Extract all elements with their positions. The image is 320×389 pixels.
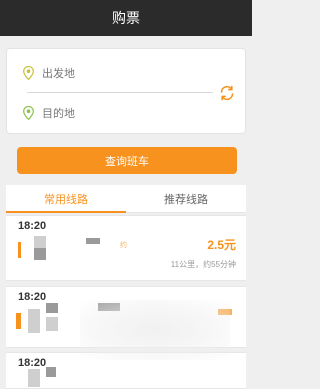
swap-icon[interactable] [218, 84, 236, 102]
departure-placeholder: 出发地 [42, 68, 75, 80]
route-redacted [46, 303, 58, 313]
route-tabs: 常用线路 推荐线路 [6, 185, 246, 213]
page-title: 购票 [112, 10, 140, 26]
departure-field[interactable]: 出发地 [23, 62, 213, 84]
route-form: 出发地 目的地 [6, 48, 246, 134]
route-meta: 11公里，约55分钟 [170, 260, 236, 269]
destination-pin-icon [23, 106, 34, 120]
tab-recommended-routes[interactable]: 推荐线路 [126, 185, 246, 212]
route-marker [18, 242, 21, 258]
destination-field[interactable]: 目的地 [23, 102, 213, 124]
field-divider [27, 92, 213, 93]
route-redacted [34, 248, 46, 260]
route-marker [16, 313, 21, 329]
destination-placeholder: 目的地 [42, 108, 75, 120]
route-time: 18:20 [18, 357, 47, 369]
route-redacted [86, 238, 100, 244]
route-price: 2.5元 [207, 238, 236, 252]
blur-overlay [80, 300, 230, 360]
route-item[interactable]: 18:20 约 2.5元 11公里，约55分钟 [6, 215, 246, 281]
query-bus-button[interactable]: 查询班车 [17, 147, 237, 174]
route-time: 18:20 [18, 220, 47, 232]
route-time: 18:20 [18, 291, 47, 303]
route-tag: 约 [120, 242, 127, 249]
header-bar: 购票 [0, 0, 252, 36]
route-redacted [46, 317, 58, 331]
route-redacted [46, 367, 56, 377]
departure-pin-icon [23, 66, 34, 80]
route-redacted [28, 369, 40, 387]
tab-common-routes[interactable]: 常用线路 [6, 185, 126, 213]
route-redacted [28, 309, 40, 333]
